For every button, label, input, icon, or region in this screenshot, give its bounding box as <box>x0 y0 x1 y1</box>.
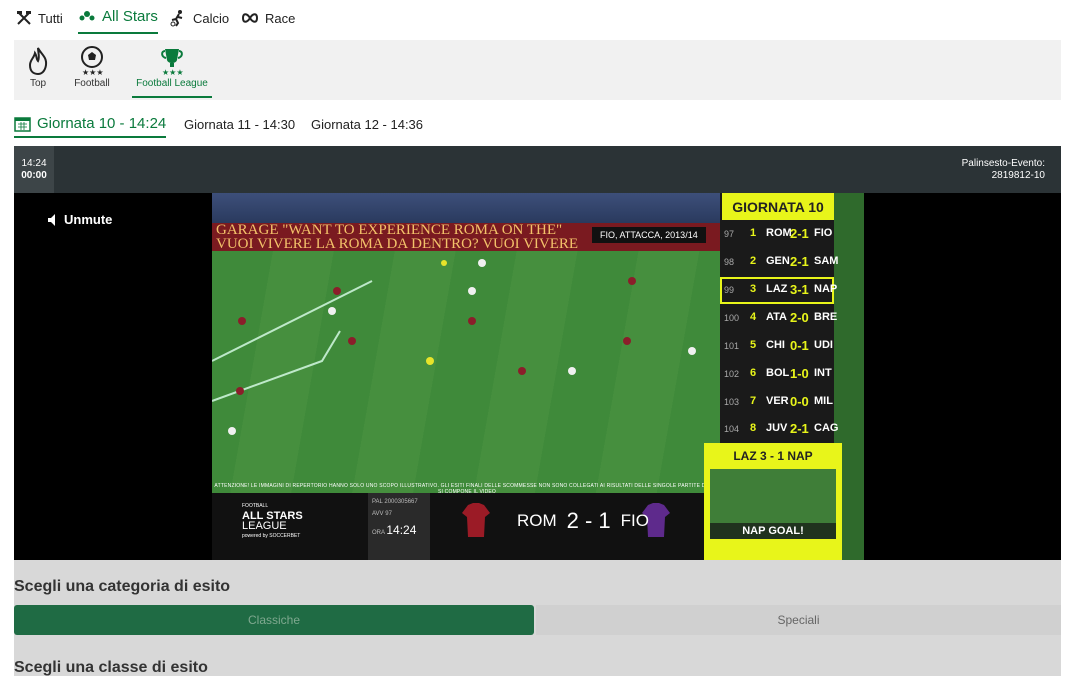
away-team: FIO <box>620 511 650 530</box>
tab-label: Giornata 11 - 14:30 <box>184 116 296 132</box>
tab-giornata-11[interactable]: Giornata 11 - 14:30 <box>184 110 295 138</box>
trophy-icon: ★★★ <box>161 49 184 76</box>
stadium-stands <box>212 193 722 223</box>
results-board: GIORNATA 10 97 1 ROM 2-1 FIO 98 2 GEN 2-1 SAM 99… <box>720 193 839 443</box>
top-nav: Tutti All Stars Calcio Race <box>0 0 1076 38</box>
svg-text:★★★: ★★★ <box>162 68 184 76</box>
event-clock: 14:24 00:00 <box>14 146 54 193</box>
nav-item-calcio[interactable]: Calcio <box>169 0 229 36</box>
goal-thumbnail: NAP GOAL! <box>710 469 836 539</box>
betting-section: Scegli una categoria di esito Classiche … <box>14 560 1061 676</box>
match-meta: PAL 2000305667 AVV 97 ORA 14:24 <box>368 493 430 560</box>
goal-highlight: LAZ 3 - 1 NAP NAP GOAL! <box>704 443 842 560</box>
subnav-item-top[interactable]: Top <box>24 44 52 98</box>
subnav-item-football-league[interactable]: ★★★ Football League <box>132 44 212 98</box>
calendar-icon <box>14 116 31 132</box>
pitch <box>212 251 722 499</box>
tab-label: Giornata 12 - 14:36 <box>311 116 424 132</box>
goal-score: LAZ 3 - 1 NAP <box>733 449 813 463</box>
subnav-item-football[interactable]: ★★★ Football <box>70 44 114 98</box>
nav-item-race[interactable]: Race <box>241 0 295 36</box>
player-header: 14:24 00:00 Palinsesto-Evento: 2819812-1… <box>14 146 1061 193</box>
match-score: 2 - 1 <box>566 508 611 533</box>
live-score: ROM 2 - 1 FIO <box>478 501 688 541</box>
nav-item-all-stars[interactable]: All Stars <box>78 0 158 34</box>
goal-label: NAP GOAL! <box>710 523 836 539</box>
infinity-icon <box>241 13 259 23</box>
stars-icon <box>79 11 95 21</box>
flame-icon <box>28 47 48 76</box>
tools-icon <box>17 11 31 25</box>
speaker-icon <box>48 213 55 226</box>
subnav-item-label: Top <box>29 78 47 89</box>
tab-giornata-10[interactable]: Giornata 10 - 14:24 <box>14 110 167 138</box>
clock-time: 14:24 <box>21 157 47 169</box>
board-row: 100 4 ATA 2-0 BRE <box>724 310 838 325</box>
pitch-markings <box>212 259 696 435</box>
tab-giornata-12[interactable]: Giornata 12 - 14:36 <box>311 110 423 138</box>
board-row: 98 2 GEN 2-1 SAM <box>724 254 839 269</box>
classe-title: Scegli una classe di esito <box>14 659 208 676</box>
speciali-button[interactable]: Speciali <box>536 605 1061 635</box>
board-row: 104 8 JUV 2-1 CAG <box>724 421 839 436</box>
football-icon: ★★★ <box>81 46 104 76</box>
tab-label: Giornata 10 - 14:24 <box>37 114 167 132</box>
board-row: 97 1 ROM 2-1 FIO <box>724 226 833 241</box>
board-row: 101 5 CHI 0-1 UDI <box>724 338 833 353</box>
classiche-button[interactable]: Classiche <box>14 605 534 635</box>
subnav-item-label: Football League <box>136 78 208 89</box>
clip-caption: FIO, ATTACCA, 2013/14 <box>592 227 706 243</box>
video-frame[interactable]: GARAGE "WANT TO EXPERIENCE ROMA ON THE" … <box>212 193 864 560</box>
svg-text:★★★: ★★★ <box>82 68 104 76</box>
subnav-item-label: Football <box>74 78 110 89</box>
palinsesto-label: Palinsesto-Evento: <box>961 158 1045 169</box>
home-team: ROM <box>516 511 557 530</box>
sub-nav: Top ★★★ Football ★★★ Football League <box>14 40 1061 100</box>
palinsesto-value: 2819812-10 <box>991 170 1045 181</box>
unmute-label: Unmute <box>64 212 113 227</box>
nav-item-label: All Stars <box>102 7 158 25</box>
palinsesto-info: Palinsesto-Evento: 2819812-10 <box>962 158 1045 182</box>
video-player[interactable]: 14:24 00:00 Palinsesto-Evento: 2819812-1… <box>14 146 1061 560</box>
board-title: GIORNATA 10 <box>722 193 834 220</box>
nav-item-label: Race <box>265 10 296 26</box>
board-row-highlighted: 99 3 LAZ 3-1 NAP <box>720 277 837 304</box>
nav-item-tutti[interactable]: Tutti <box>16 0 63 36</box>
nav-item-label: Tutti <box>38 10 63 26</box>
unmute-button[interactable]: Unmute <box>48 212 112 227</box>
scoreboard-bar: FOOTBALL ALL STARS LEAGUE powered by SOC… <box>212 493 722 560</box>
board-row: 102 6 BOL 1-0 INT <box>724 366 832 381</box>
board-row: 103 7 VER 0-0 MIL <box>724 394 833 409</box>
league-logo: FOOTBALL ALL STARS LEAGUE powered by SOC… <box>242 503 303 539</box>
categoria-title: Scegli una categoria di esito <box>14 578 231 595</box>
clock-countdown: 00:00 <box>21 169 47 181</box>
runner-icon <box>170 10 183 27</box>
nav-item-label: Calcio <box>193 10 230 26</box>
